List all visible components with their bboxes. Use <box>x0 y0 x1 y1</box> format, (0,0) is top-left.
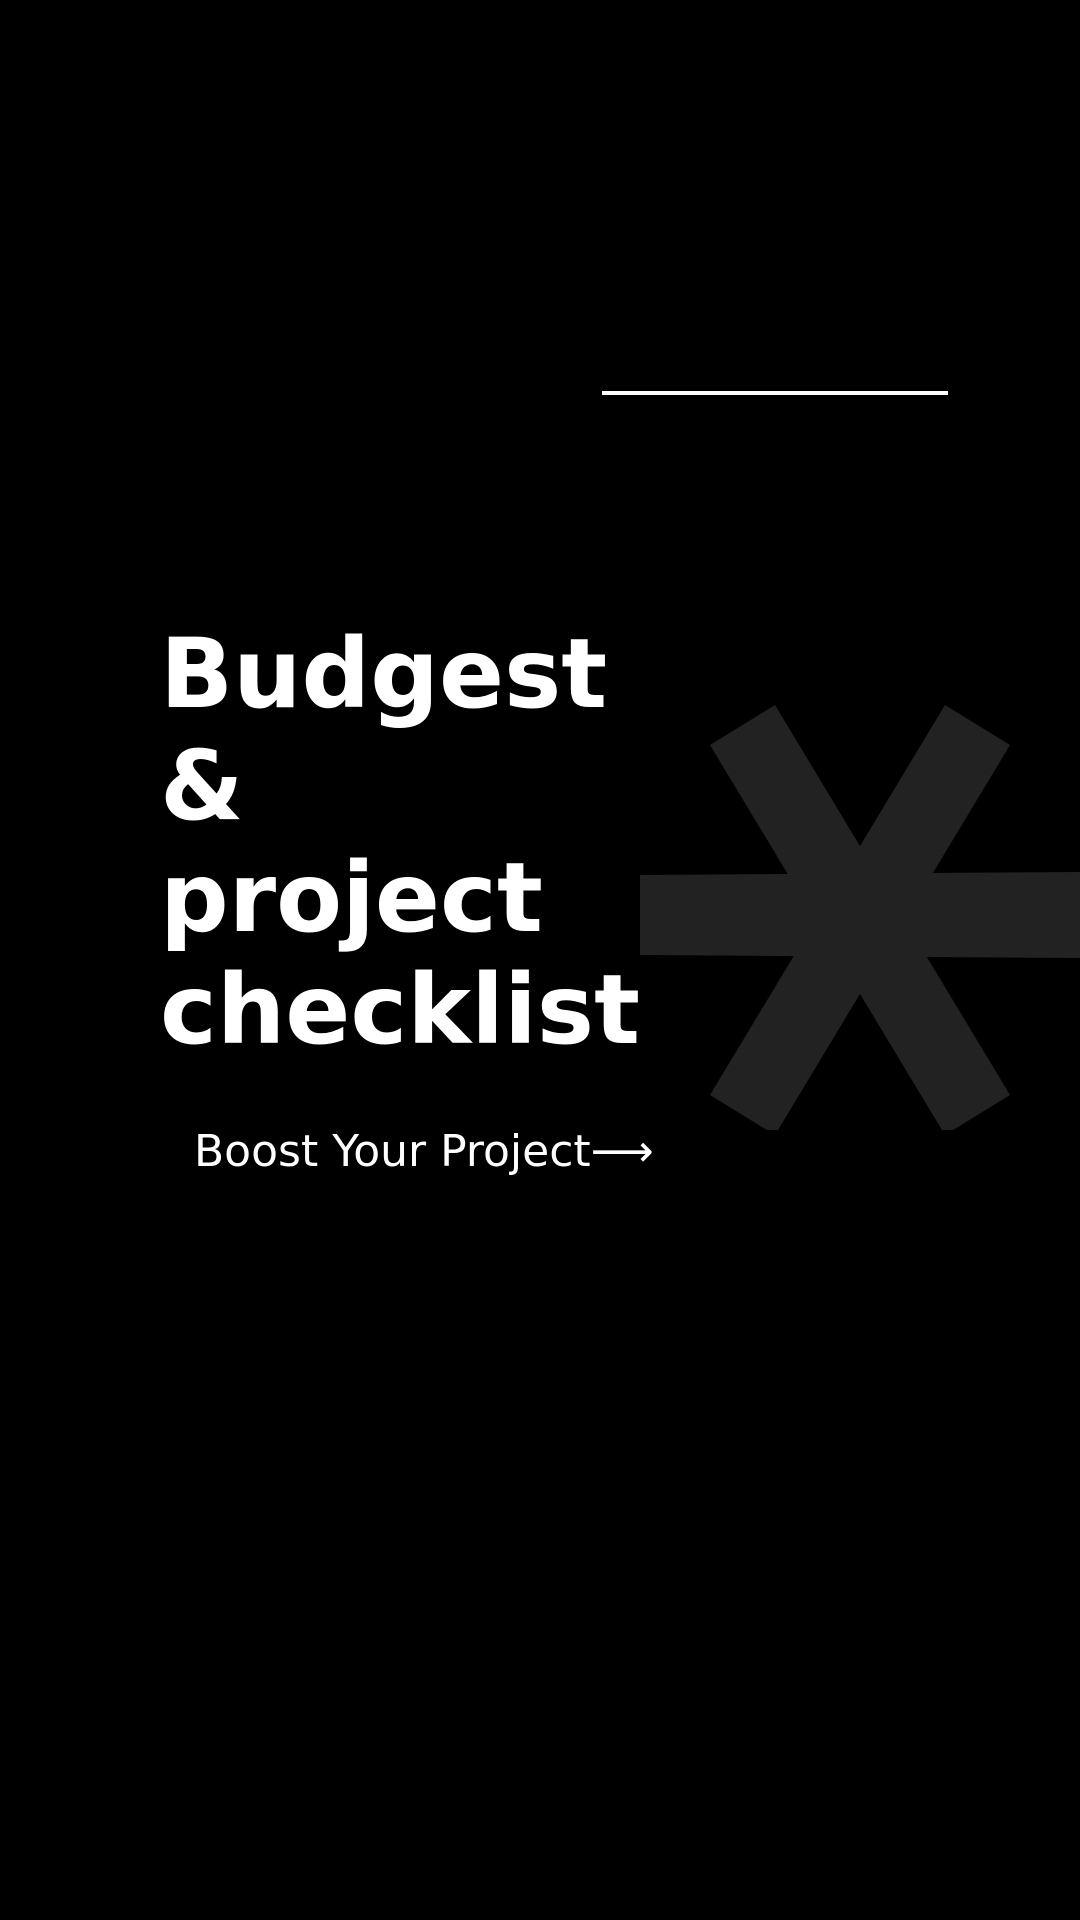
page-title: Budgest & project checklist <box>160 618 920 1066</box>
title-line: & <box>160 730 244 842</box>
divider-line <box>602 391 948 395</box>
title-line: Budgest <box>160 618 608 730</box>
boost-project-link[interactable]: Boost Your Project⟶ <box>194 1122 654 1182</box>
cta-label: Boost Your Project <box>194 1126 591 1177</box>
title-line: checklist <box>160 954 640 1066</box>
title-line: project <box>160 842 543 954</box>
page: Budgest & project checklist Boost Your P… <box>0 0 1080 1920</box>
arrow-right-icon: ⟶ <box>590 1126 654 1177</box>
